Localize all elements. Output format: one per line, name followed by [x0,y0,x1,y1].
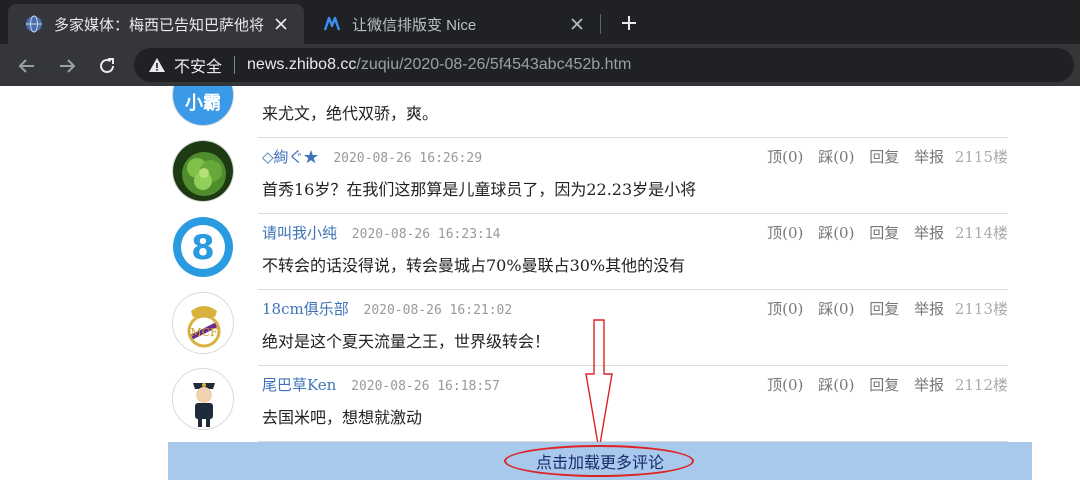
comment-item: ◇絢ぐ★ 2020-08-26 16:26:29 顶(0) 踩(0) 回复 举报… [168,138,1008,214]
comment-time: 2020-08-26 16:18:57 [351,379,500,394]
comment-page: 小霸 来尤文，绝代双骄，爽。 ◇絢ぐ★ 2020-08-26 16:26:29 … [0,86,1080,502]
report-button[interactable]: 举报 [914,224,944,242]
comment-author[interactable]: 18cm俱乐部 [262,300,349,318]
reply-button[interactable]: 回复 [869,148,899,166]
tab-divider [600,14,601,34]
reply-button[interactable]: 回复 [869,376,899,394]
security-label[interactable]: 不安全 [174,53,222,77]
tab-title: 多家媒体：梅西已告知巴萨他将离开 [54,16,264,34]
comment-item: 8 请叫我小纯 2020-08-26 16:23:14 顶(0) 踩(0) 回复… [168,214,1008,290]
reload-icon[interactable] [94,53,120,79]
browser-tab-strip: 多家媒体：梅西已告知巴萨他将离开 让微信排版变 Nice [0,0,1080,44]
comment-text: 首秀16岁？在我们这那算是儿童球员了，因为22.23岁是小将 [262,180,697,199]
downvote-button[interactable]: 踩(0) [818,300,854,318]
comment-meta: 尾巴草Ken 2020-08-26 16:18:57 顶(0) 踩(0) 回复 … [262,374,1008,396]
comment-time: 2020-08-26 16:23:14 [351,227,501,242]
nice-logo-icon [323,16,341,31]
tab-inactive[interactable]: 让微信排版变 Nice [306,4,600,44]
avatar-text: 8 [191,228,215,268]
forward-arrow-icon[interactable] [54,53,80,79]
comment-actions: 顶(0) 踩(0) 回复 举报 2114楼 [757,222,1008,243]
upvote-button[interactable]: 顶(0) [767,300,803,318]
comment-meta: ◇絢ぐ★ 2020-08-26 16:26:29 顶(0) 踩(0) 回复 举报… [262,146,1008,168]
floor-number: 2115楼 [954,148,1008,166]
browser-toolbar: 不安全 news.zhibo8.cc /zuqiu/2020-08-26/5f4… [0,44,1080,86]
warning-triangle-icon [149,58,165,72]
real-madrid-crest-avatar[interactable]: MCF [172,292,234,354]
comment-item: 小霸 来尤文，绝代双骄，爽。 [168,86,1008,138]
address-bar[interactable]: 不安全 news.zhibo8.cc /zuqiu/2020-08-26/5f4… [134,48,1074,82]
load-more-button[interactable]: 点击加载更多评论 [168,442,1032,480]
avatar-text: 小霸 [185,93,221,114]
comment-time: 2020-08-26 16:26:29 [333,151,483,166]
comment-meta: 请叫我小纯 2020-08-26 16:23:14 顶(0) 踩(0) 回复 举… [262,222,1008,244]
close-tab-icon[interactable] [270,13,292,35]
address-divider [234,56,236,74]
comment-meta: 18cm俱乐部 2020-08-26 16:21:02 顶(0) 踩(0) 回复… [262,298,1008,320]
comment-author[interactable]: 请叫我小纯 [262,224,337,242]
police-cartoon-avatar[interactable] [172,368,234,430]
downvote-button[interactable]: 踩(0) [818,224,854,242]
reply-button[interactable]: 回复 [869,224,899,242]
number-eight-avatar[interactable]: 8 [172,216,234,278]
report-button[interactable]: 举报 [914,148,944,166]
comment-text: 绝对是这个夏天流量之王，世界级转会！ [262,332,551,351]
comment-text: 不转会的话没得说，转会曼城占70%曼联占30%其他的没有 [262,256,686,275]
lettuce-avatar[interactable] [172,140,234,202]
back-arrow-icon[interactable] [14,53,40,79]
reply-button[interactable]: 回复 [869,300,899,318]
comment-author[interactable]: 尾巴草Ken [262,376,336,394]
annotation-down-arrow-icon [585,319,613,451]
xiaoba-avatar[interactable]: 小霸 [172,86,234,126]
svg-text:MCF: MCF [190,326,218,339]
url-path: /zuqiu/2020-08-26/5f4543abc452b.htm [356,56,632,73]
comment-actions: 顶(0) 踩(0) 回复 举报 2115楼 [757,146,1008,167]
comment-text: 来尤文，绝代双骄，爽。 [262,104,439,123]
comment-time: 2020-08-26 16:21:02 [363,303,513,318]
comment-text: 去国米吧，想想就激动 [262,408,423,427]
floor-number: 2112楼 [954,376,1008,394]
report-button[interactable]: 举报 [914,300,944,318]
comment-actions: 顶(0) 踩(0) 回复 举报 2112楼 [757,374,1008,395]
upvote-button[interactable]: 顶(0) [767,148,803,166]
tab-title: 让微信排版变 Nice [352,16,477,34]
comment-actions: 顶(0) 踩(0) 回复 举报 2113楼 [757,298,1008,319]
downvote-button[interactable]: 踩(0) [818,376,854,394]
floor-number: 2113楼 [954,300,1008,318]
report-button[interactable]: 举报 [914,376,944,394]
upvote-button[interactable]: 顶(0) [767,224,803,242]
upvote-button[interactable]: 顶(0) [767,376,803,394]
comment-author[interactable]: ◇絢ぐ★ [262,148,319,166]
globe-icon [26,15,42,33]
annotation-ellipse [504,445,694,477]
close-tab-icon[interactable] [566,13,588,35]
downvote-button[interactable]: 踩(0) [818,148,854,166]
new-tab-plus-icon[interactable] [616,10,642,36]
floor-number: 2114楼 [954,224,1008,242]
url-host: news.zhibo8.cc [247,56,357,73]
tab-active[interactable]: 多家媒体：梅西已告知巴萨他将离开 [8,4,304,44]
